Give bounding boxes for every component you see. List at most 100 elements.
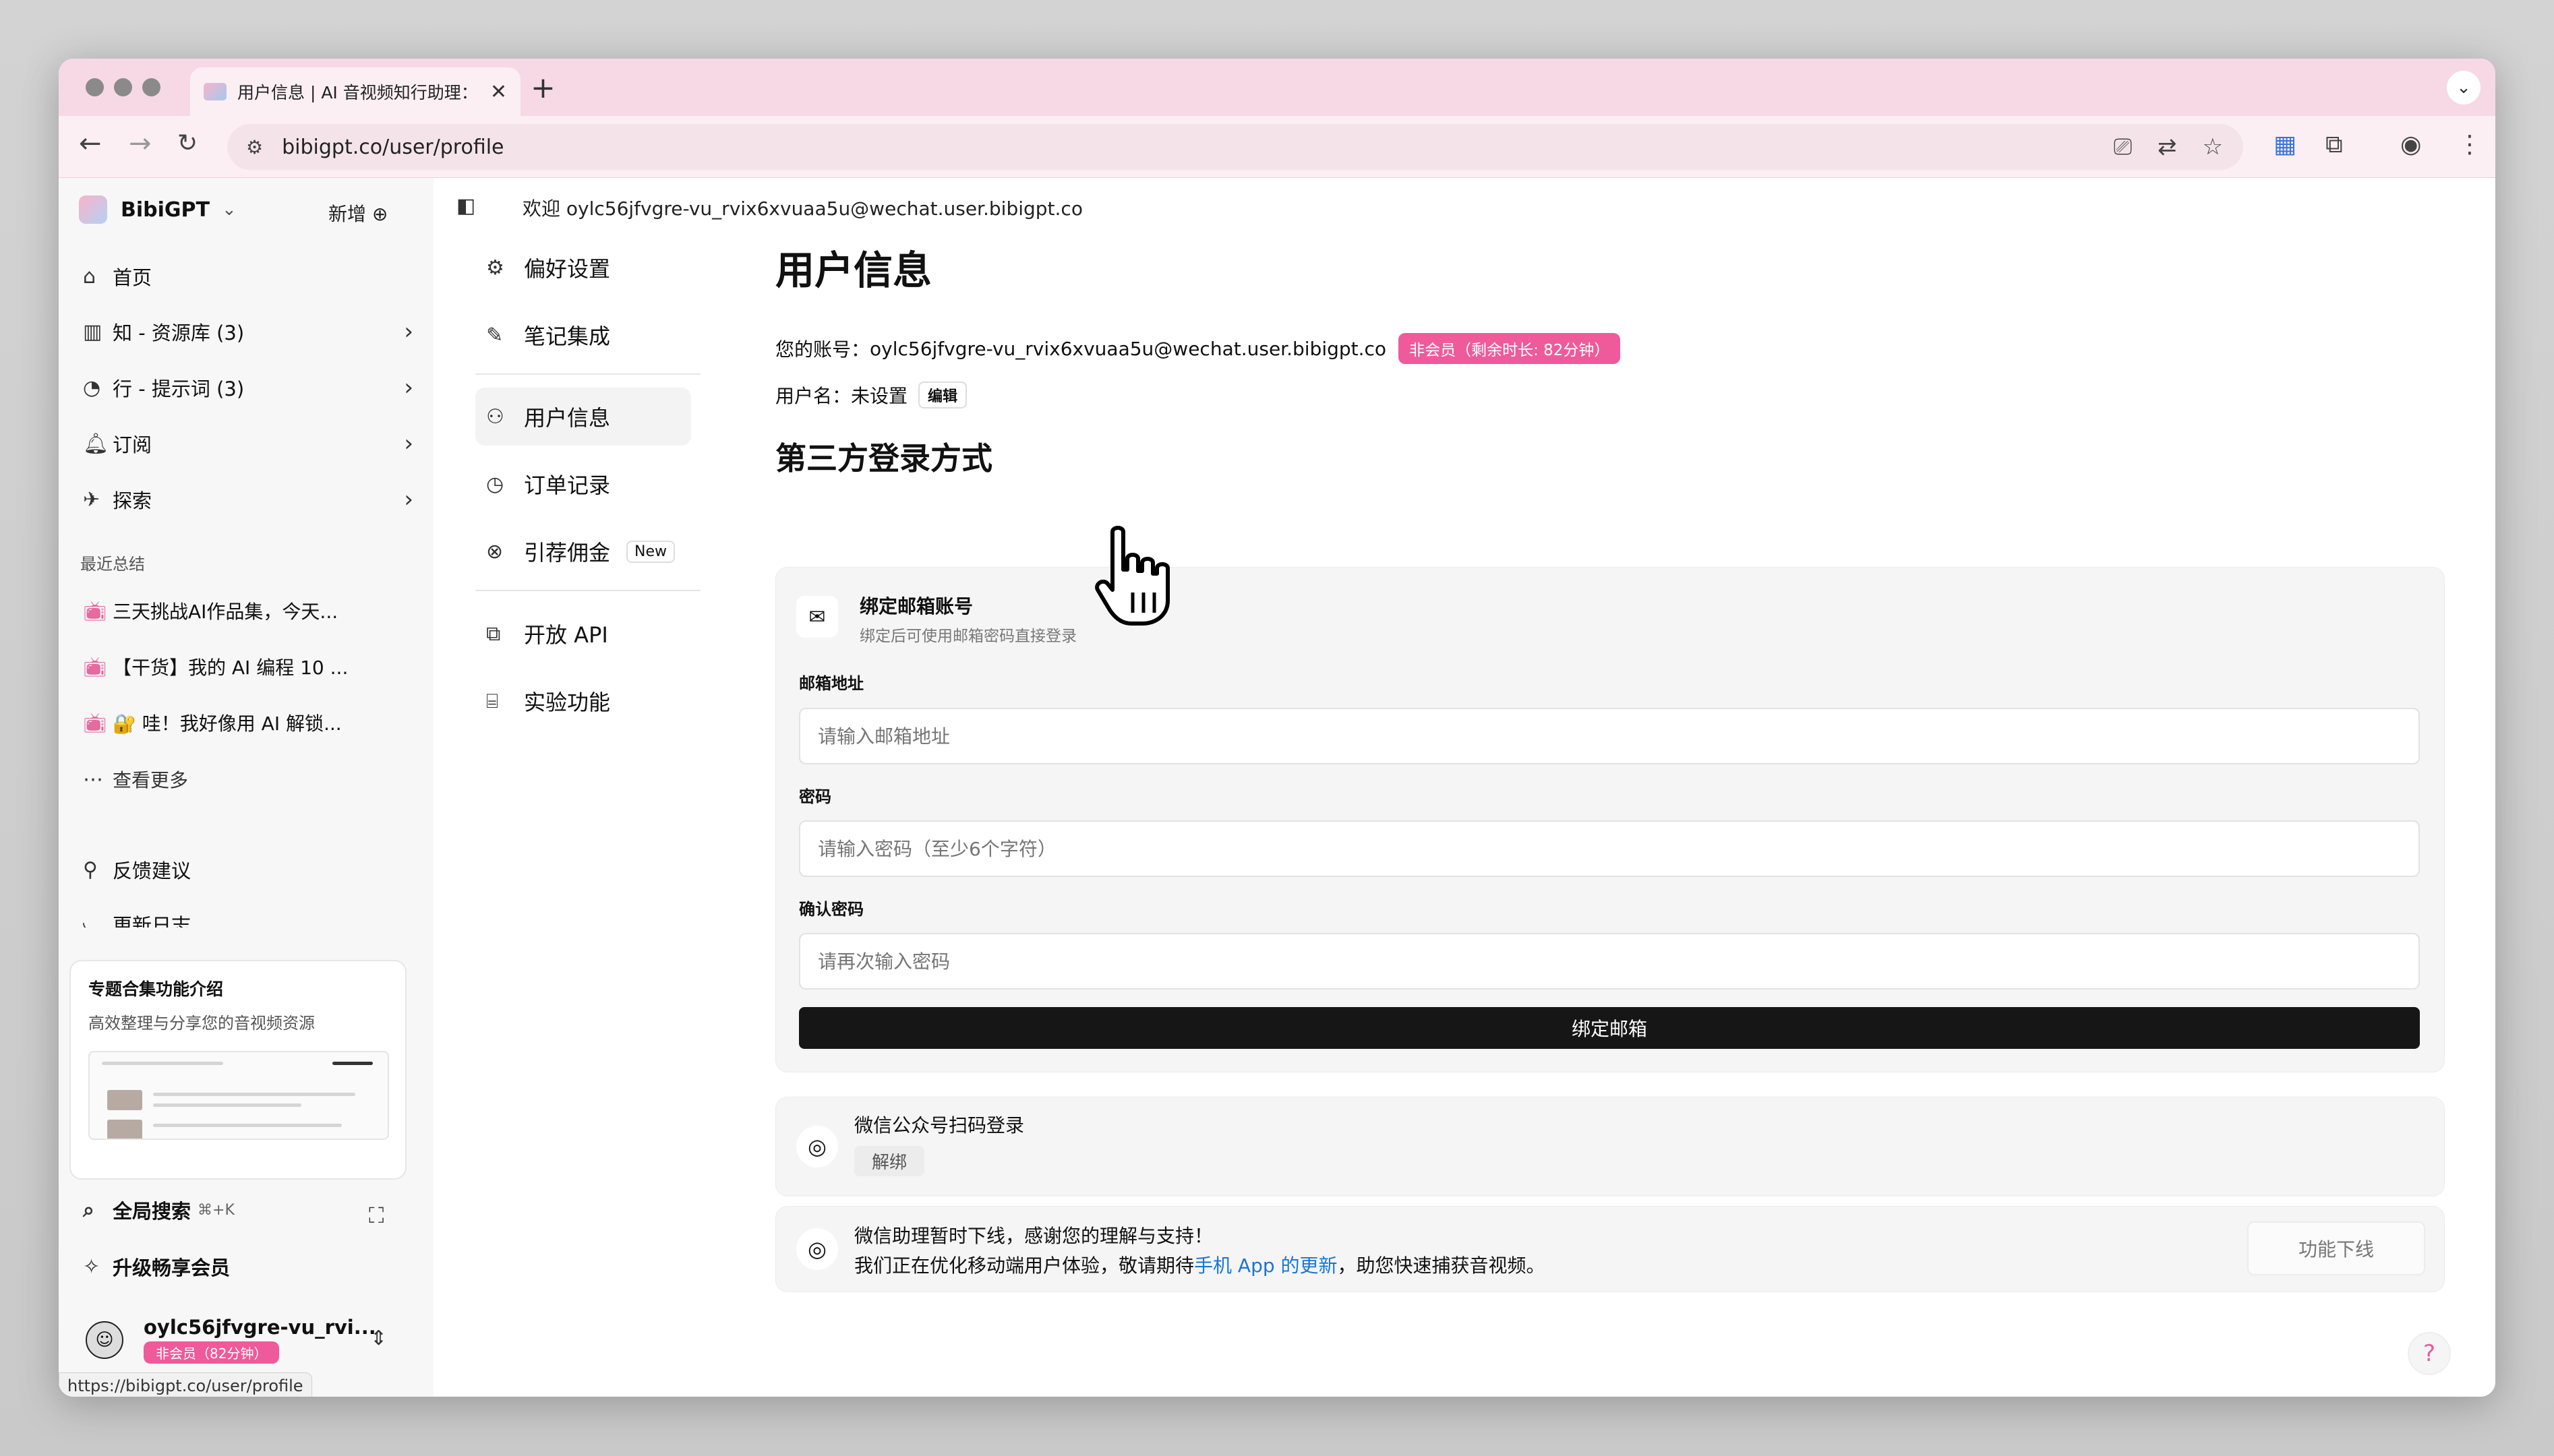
tab-search-button[interactable]: ⌄ [2447,71,2481,104]
hand-cursor-icon [1095,526,1170,626]
preview-line [153,1124,342,1127]
sidebar-item-label: 更新日志 [113,914,191,928]
membership-status-badge: 非会员（剩余时长: 82分钟） [1398,333,1621,364]
bookmark-star-icon[interactable]: ☆ [2203,133,2223,160]
confirm-password-field[interactable] [799,933,2420,990]
search-shortcut: ⌘+K [198,1201,235,1219]
user-menu[interactable]: ☺ oylc56jfvgre-vu_rvi... 非会员（82分钟） [86,1316,376,1364]
tab-title: 用户信息 | AI 音视频知行助理： [237,83,478,102]
sidebar-item-changelog[interactable]: ◟ 更新日志 [83,910,413,928]
subnav-note-integration[interactable]: ✎ 笔记集成 [475,306,691,364]
sidebar-item-home[interactable]: ⌂ 首页 [83,262,413,291]
back-arrow-icon[interactable]: ← [79,128,102,159]
promo-subtitle: 高效整理与分享您的音视频资源 [88,1014,315,1033]
notice-text: 我们正在优化移动端用户体验，敬请期待 [854,1254,1195,1277]
api-icon: ⧉ [486,621,501,646]
brand-switcher[interactable]: BibiGPT ⌄ [79,195,237,224]
minimize-window-button[interactable] [114,78,132,96]
ellipsis-icon: ⋯ [83,767,103,791]
sidebar-toggle-icon[interactable]: ◧ [456,194,475,218]
chevron-updown-icon[interactable]: ⇕ [370,1327,387,1350]
user-name: oylc56jfvgre-vu_rvi... [144,1316,376,1339]
promo-card[interactable]: 专题合集功能介绍 高效整理与分享您的音视频资源 [69,960,407,1180]
chevron-right-icon: › [404,486,413,513]
subnav-preferences[interactable]: ⚙ 偏好设置 [475,239,691,297]
subnav-user-info[interactable]: ⚇ 用户信息 [475,388,691,446]
bind-email-button[interactable]: 绑定邮箱 [799,1007,2420,1049]
sidebar-item-explore[interactable]: ✈︎ 探索 › [83,485,413,514]
wechat-icon: ◎ [796,1228,838,1270]
telescope-icon: ✈︎ [83,487,100,512]
note-edit-icon: ✎ [486,323,504,347]
sidebar-item-subscriptions[interactable]: 🔔︎ 订阅 › [83,429,413,458]
extension-grid-icon[interactable]: ▦ [2274,131,2296,158]
home-icon: ⌂ [83,264,96,289]
mail-icon: ✉ [796,596,838,638]
unbind-wechat-button[interactable]: 解绑 [854,1146,925,1176]
upgrade-button[interactable]: ✧ 升级畅享会员 [83,1252,230,1281]
close-window-button[interactable] [86,78,104,96]
notice-line-2: 我们正在优化移动端用户体验，敬请期待手机 App 的更新，助您快速捕获音视频。 [854,1251,1545,1278]
email-field[interactable] [799,708,2420,764]
tab-close-icon[interactable]: ✕ [490,80,507,104]
chevron-down-icon: ⌄ [2456,78,2471,98]
site-settings-icon[interactable]: ⚙ [246,136,263,158]
recent-item-label: 三天挑战AI作品集，今天... [113,601,338,623]
new-tab-button[interactable]: + [531,71,556,105]
library-icon: ▥ [83,320,102,344]
extensions-puzzle-icon[interactable]: ⧉ [2325,131,2343,159]
referral-icon: ⊗ [486,539,504,564]
translate-icon[interactable]: ⇄ [2158,133,2177,160]
favicon-icon [204,83,227,100]
link-status-tooltip: https://bibigpt.co/user/profile [59,1372,312,1397]
profile-icon[interactable]: ◉ [2400,131,2421,158]
subnav-label: 用户信息 [524,405,611,431]
recent-item[interactable]: 📺︎ 【干货】我的 AI 编程 10 ... [83,653,407,680]
see-more-link[interactable]: ⋯ 查看更多 [83,766,413,793]
feature-offline-button[interactable]: 功能下线 [2247,1221,2425,1275]
mobile-app-link[interactable]: 手机 App 的更新 [1194,1254,1338,1277]
address-bar[interactable]: ⚙ bibigpt.co/user/profile ⎚ ⇄ ☆ [227,124,2243,170]
subnav-open-api[interactable]: ⧉ 开放 API [475,605,691,663]
sidebar-item-prompts[interactable]: ◔ 行 - 提示词 (3) › [83,373,413,402]
subnav-label: 笔记集成 [524,324,611,349]
reload-icon[interactable]: ↻ [177,129,198,157]
preview-thumb [107,1120,142,1139]
sidebar: BibiGPT ⌄ 新增 ⊕ ⌂ 首页 ▥ 知 - 资源库 (3) › ◔ 行 … [59,178,434,1397]
sidebar-item-label: 首页 [113,266,152,289]
fullscreen-icon[interactable]: ⛶ [369,1203,384,1229]
help-pin-icon: ⚲ [83,857,98,882]
user-icon: ⚇ [486,404,504,429]
email-label: 邮箱地址 [799,674,864,693]
subnav-orders[interactable]: ◷ 订单记录 [475,455,691,513]
maximize-window-button[interactable] [142,78,160,96]
subnav-divider [475,373,701,375]
address-url[interactable]: bibigpt.co/user/profile [282,135,504,159]
tv-icon: 📺︎ [83,599,107,622]
account-row: 您的账号： oylc56jfvgre-vu_rvix6xvuaa5u@wecha… [775,333,1621,364]
preview-line [102,1062,223,1065]
preview-thumb [107,1090,142,1110]
browser-tab-active[interactable]: 用户信息 | AI 音视频知行助理： ✕ [190,67,521,116]
new-button-label: 新增 [328,203,367,225]
email-card-title: 绑定邮箱账号 [860,595,974,617]
global-search-button[interactable]: ⌕ 全局搜索 ⌘+K [83,1196,235,1224]
recent-item[interactable]: 📺︎ 三天挑战AI作品集，今天... [83,597,407,624]
sidebar-item-library[interactable]: ▥ 知 - 资源库 (3) › [83,317,413,346]
install-app-icon[interactable]: ⎚ [2114,133,2132,160]
help-button[interactable]: ? [2408,1332,2451,1375]
new-button[interactable]: 新增 ⊕ [328,200,388,226]
bell-icon: 🔔︎ [83,431,109,456]
clock-icon: ◷ [486,472,504,496]
sidebar-item-feedback[interactable]: ⚲ 反馈建议 [83,855,413,884]
third-party-title: 第三方登录方式 [775,440,992,477]
subnav-experiments[interactable]: ⌸ 实验功能 [475,672,691,730]
forward-arrow-icon[interactable]: → [129,128,152,159]
subnav-divider [475,590,701,591]
edit-username-button[interactable]: 编辑 [918,382,968,408]
browser-menu-icon[interactable]: ⋮ [2458,131,2482,158]
subnav-referral[interactable]: ⊗ 引荐佣金 New [475,522,691,580]
password-field[interactable] [799,820,2420,877]
recent-item[interactable]: 📺︎ 🔐 哇！我好像用 AI 解锁... [83,709,407,736]
welcome-text: 欢迎 oylc56jfvgre-vu_rvix6xvuaa5u@wechat.u… [523,198,1083,220]
